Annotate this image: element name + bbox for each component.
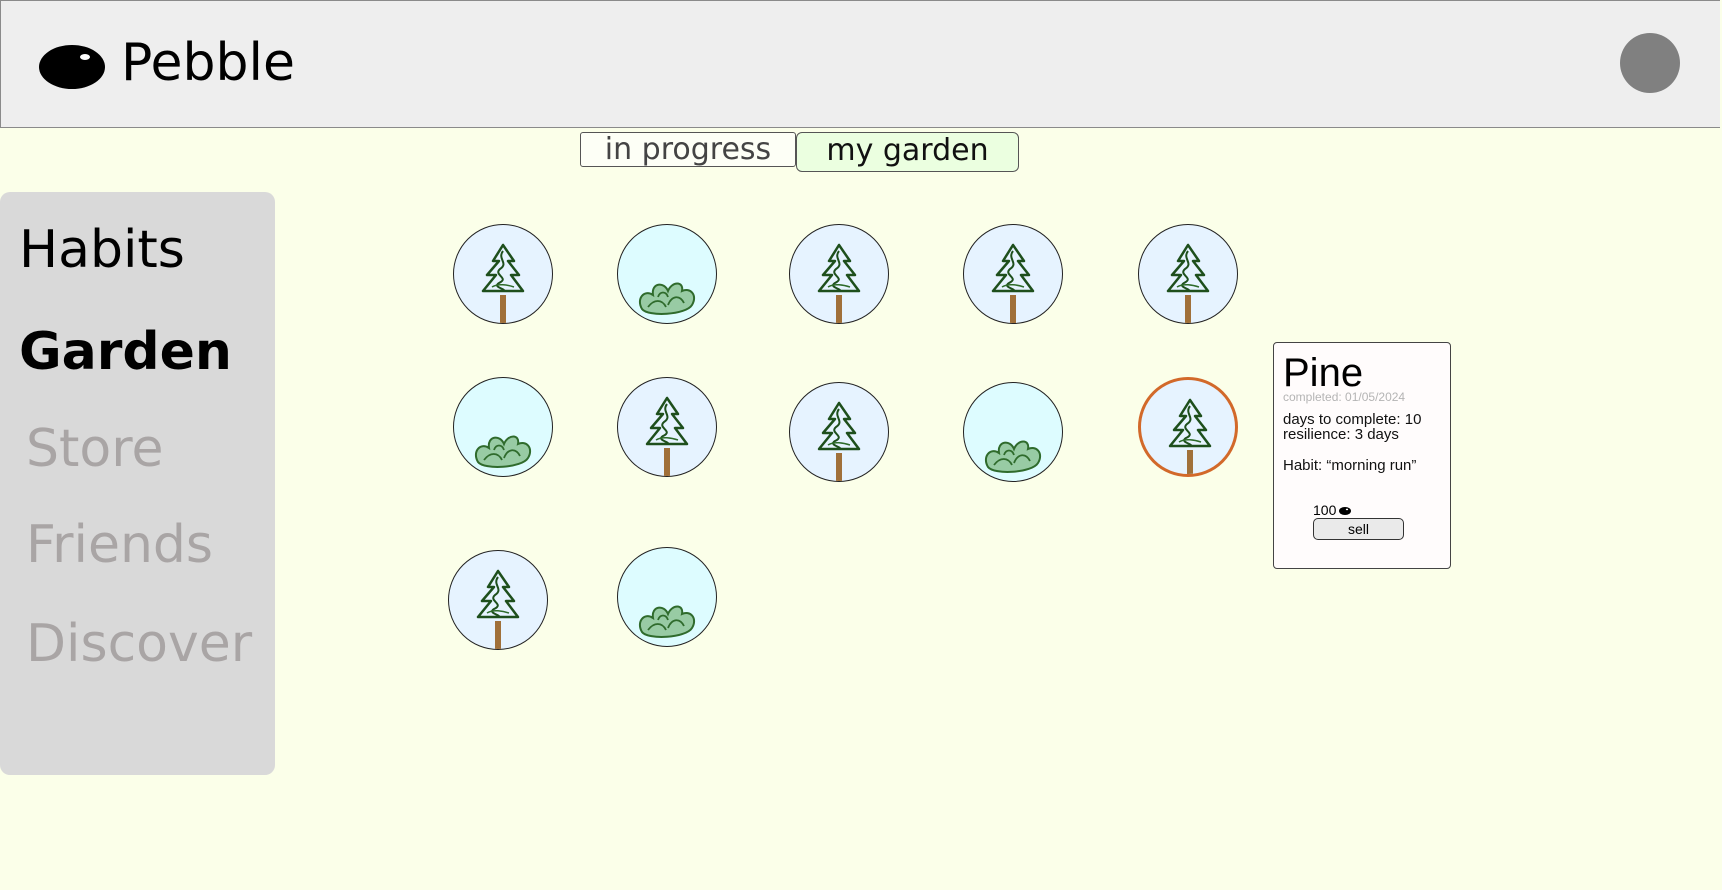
garden-plant[interactable] (617, 547, 717, 647)
days-to-complete: days to complete: 10 (1283, 411, 1422, 428)
garden-plant[interactable] (617, 224, 717, 324)
plant-detail-card: Pine completed: 01/05/2024 days to compl… (1273, 342, 1451, 569)
sell-price: 100 (1313, 502, 1337, 518)
sidebar-item-discover[interactable]: Discover (26, 618, 252, 670)
garden-plant[interactable] (963, 224, 1063, 324)
garden-plant[interactable] (1138, 377, 1238, 477)
sidebar-item-friends[interactable]: Friends (26, 519, 213, 571)
tab-in-progress[interactable]: in progress (580, 132, 796, 167)
sidebar-item-store[interactable]: Store (26, 423, 163, 475)
resilience: resilience: 3 days (1283, 426, 1399, 443)
garden-plant[interactable] (1138, 224, 1238, 324)
garden-plant[interactable] (453, 224, 553, 324)
tab-my-garden[interactable]: my garden (796, 132, 1019, 172)
garden-plant[interactable] (789, 224, 889, 324)
app-title: Pebble (121, 33, 295, 93)
garden-plant[interactable] (963, 382, 1063, 482)
garden-plant[interactable] (617, 377, 717, 477)
sell-button[interactable]: sell (1313, 518, 1404, 540)
habit-label: Habit: “morning run” (1283, 457, 1417, 474)
garden-plant[interactable] (789, 382, 889, 482)
pebble-logo-icon (39, 45, 105, 89)
pebble-coin-icon (1339, 507, 1351, 515)
garden-plant[interactable] (448, 550, 548, 650)
completed-date: completed: 01/05/2024 (1283, 390, 1406, 404)
sidebar-item-garden[interactable]: Garden (19, 326, 232, 378)
sidebar: Habits Garden Store Friends Discover (0, 192, 275, 775)
sidebar-item-habits[interactable]: Habits (19, 224, 185, 276)
user-avatar-icon[interactable] (1620, 33, 1680, 93)
garden-plant[interactable] (453, 377, 553, 477)
top-header: Pebble (0, 0, 1720, 128)
plant-name: Pine (1283, 351, 1364, 395)
